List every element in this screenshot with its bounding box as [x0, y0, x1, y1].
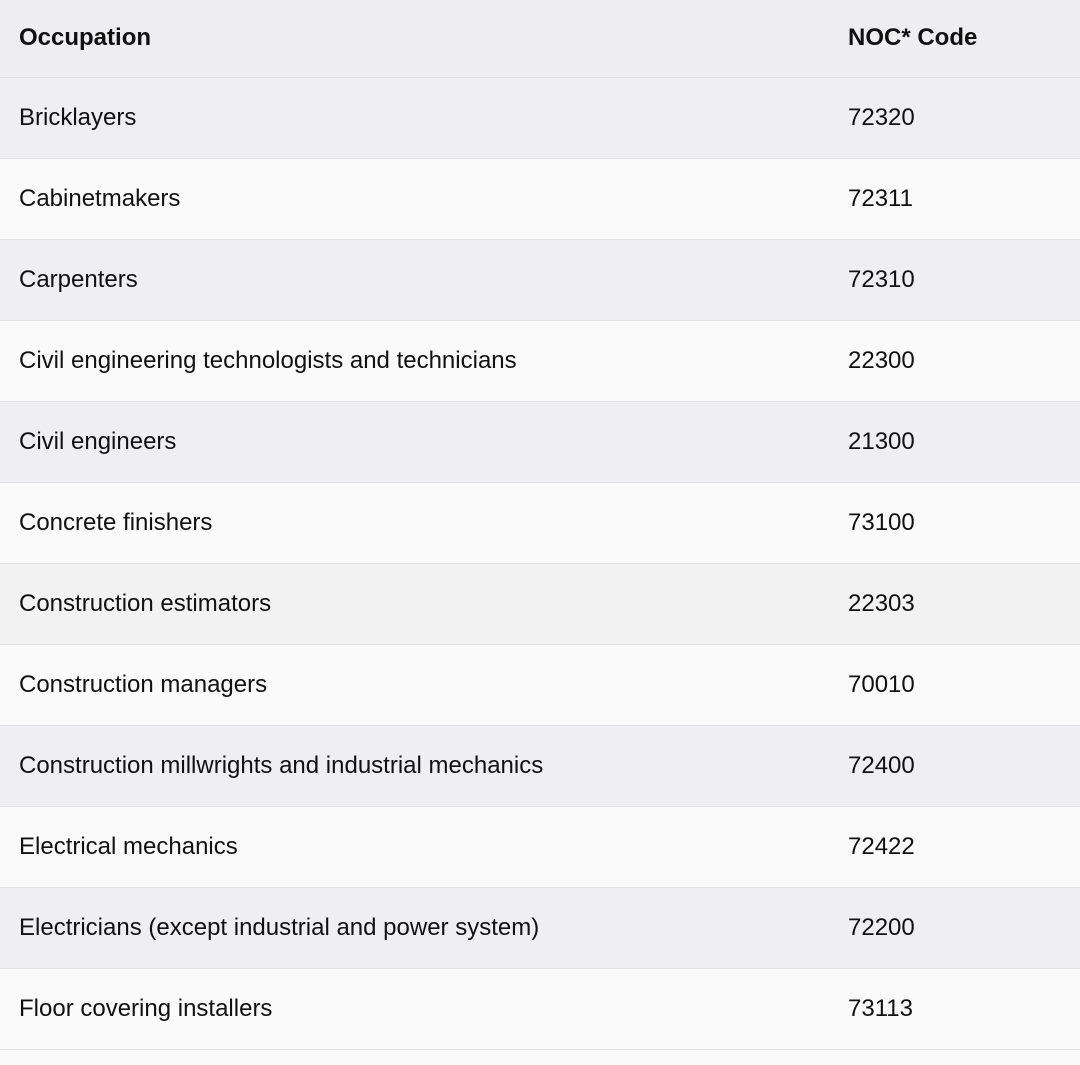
occupation-cell: Electrical mechanics [0, 806, 848, 888]
occupation-cell: Concrete finishers [0, 482, 848, 564]
occupation-cell: Cabinetmakers [0, 158, 848, 240]
noc-code-column-header: NOC* Code [848, 0, 1080, 78]
occupation-column-header: Occupation [0, 0, 848, 78]
table-row: Bricklayers 72320 [0, 77, 1080, 159]
noc-code-cell: 72320 [848, 77, 1080, 159]
noc-code-cell: 70010 [848, 644, 1080, 726]
noc-code-cell: 72310 [848, 239, 1080, 321]
table-body: Bricklayers 72320 Cabinetmakers 72311 Ca… [0, 77, 1080, 1050]
table-row: Construction managers 70010 [0, 644, 1080, 726]
occupation-cell: Construction estimators [0, 563, 848, 645]
table-row: Floor covering installers 73113 [0, 968, 1080, 1050]
noc-code-cell: 22300 [848, 320, 1080, 402]
occupation-cell: Civil engineering technologists and tech… [0, 320, 848, 402]
header-row: Occupation NOC* Code [0, 0, 1080, 78]
occupation-table: Occupation NOC* Code Bricklayers 72320 C… [0, 0, 1080, 1050]
table-row: Civil engineers 21300 [0, 401, 1080, 483]
table-row: Carpenters 72310 [0, 239, 1080, 321]
table-row: Electricians (except industrial and powe… [0, 887, 1080, 969]
occupation-cell: Construction managers [0, 644, 848, 726]
occupation-cell: Civil engineers [0, 401, 848, 483]
table-row: Civil engineering technologists and tech… [0, 320, 1080, 402]
table-row: Electrical mechanics 72422 [0, 806, 1080, 888]
noc-code-cell: 21300 [848, 401, 1080, 483]
noc-code-cell: 72200 [848, 887, 1080, 969]
occupation-cell: Electricians (except industrial and powe… [0, 887, 848, 969]
table-header: Occupation NOC* Code [0, 0, 1080, 78]
occupation-cell: Carpenters [0, 239, 848, 321]
noc-code-cell: 73100 [848, 482, 1080, 564]
table-row: Cabinetmakers 72311 [0, 158, 1080, 240]
table-row: Concrete finishers 73100 [0, 482, 1080, 564]
noc-code-cell: 22303 [848, 563, 1080, 645]
noc-code-cell: 72400 [848, 725, 1080, 807]
noc-code-cell: 72311 [848, 158, 1080, 240]
occupation-cell: Construction millwrights and industrial … [0, 725, 848, 807]
table-row: Construction estimators 22303 [0, 563, 1080, 645]
occupation-cell: Floor covering installers [0, 968, 848, 1050]
noc-code-cell: 72422 [848, 806, 1080, 888]
table-row: Construction millwrights and industrial … [0, 725, 1080, 807]
noc-code-cell: 73113 [848, 968, 1080, 1050]
occupation-cell: Bricklayers [0, 77, 848, 159]
